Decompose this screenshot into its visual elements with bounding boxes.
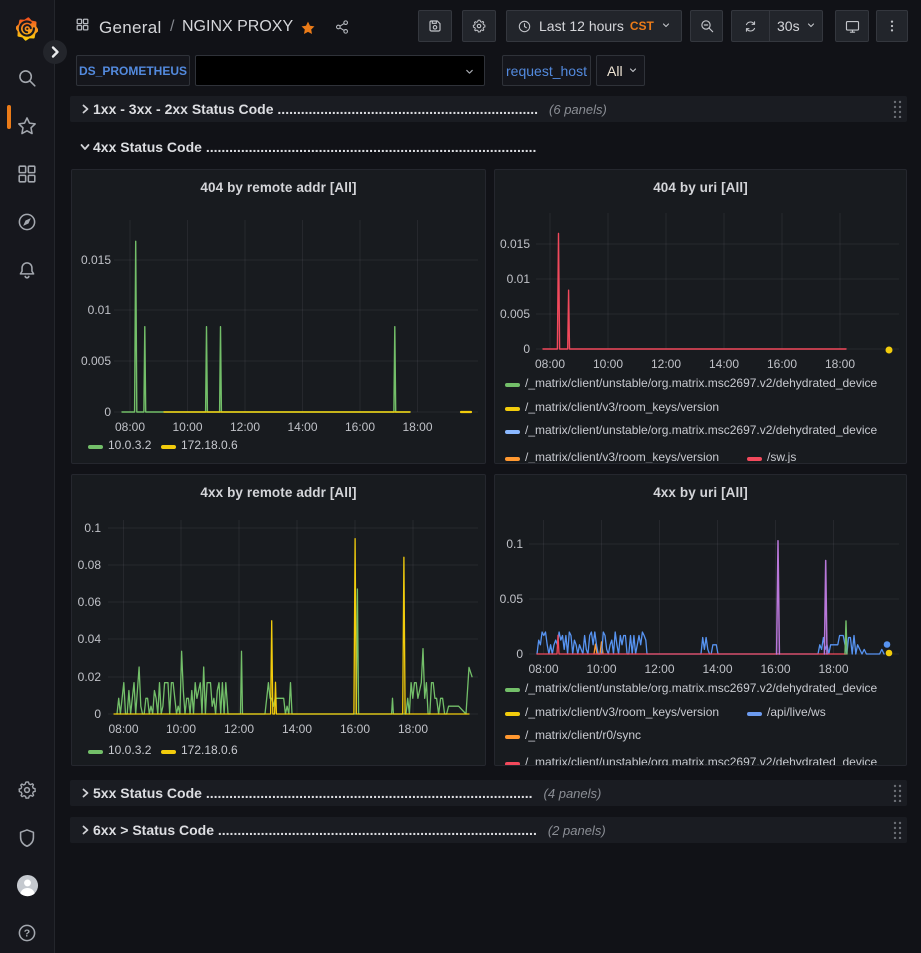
svg-text:0.1: 0.1 <box>506 537 523 551</box>
svg-text:08:00: 08:00 <box>115 420 145 434</box>
svg-text:18:00: 18:00 <box>818 662 848 676</box>
svg-text:0.08: 0.08 <box>78 558 102 572</box>
svg-text:10:00: 10:00 <box>593 357 623 371</box>
svg-text:10:00: 10:00 <box>166 722 196 736</box>
svg-text:0.02: 0.02 <box>78 670 102 684</box>
svg-text:16:00: 16:00 <box>345 420 375 434</box>
svg-text:08:00: 08:00 <box>108 722 138 736</box>
svg-text:08:00: 08:00 <box>528 662 558 676</box>
svg-text:12:00: 12:00 <box>230 420 260 434</box>
svg-text:12:00: 12:00 <box>644 662 674 676</box>
svg-text:08:00: 08:00 <box>535 357 565 371</box>
svg-text:0: 0 <box>94 707 101 721</box>
svg-text:12:00: 12:00 <box>651 357 681 371</box>
svg-text:16:00: 16:00 <box>767 357 797 371</box>
svg-text:0.1: 0.1 <box>84 521 101 535</box>
svg-text:0.005: 0.005 <box>500 307 530 321</box>
svg-text:16:00: 16:00 <box>340 722 370 736</box>
svg-text:0.015: 0.015 <box>500 237 530 251</box>
svg-text:0.01: 0.01 <box>88 303 112 317</box>
svg-text:0: 0 <box>516 647 523 661</box>
svg-text:?: ? <box>24 928 30 940</box>
svg-text:10:00: 10:00 <box>586 662 616 676</box>
svg-text:14:00: 14:00 <box>282 722 312 736</box>
svg-text:10:00: 10:00 <box>172 420 202 434</box>
svg-text:16:00: 16:00 <box>760 662 790 676</box>
svg-text:12:00: 12:00 <box>224 722 254 736</box>
svg-text:0.04: 0.04 <box>78 632 102 646</box>
svg-text:14:00: 14:00 <box>709 357 739 371</box>
svg-text:14:00: 14:00 <box>702 662 732 676</box>
svg-text:0: 0 <box>104 405 111 419</box>
svg-text:0.06: 0.06 <box>78 595 102 609</box>
svg-text:0.05: 0.05 <box>500 592 524 606</box>
svg-text:0.01: 0.01 <box>507 272 531 286</box>
svg-text:0.005: 0.005 <box>81 354 111 368</box>
svg-text:14:00: 14:00 <box>287 420 317 434</box>
svg-text:18:00: 18:00 <box>398 722 428 736</box>
svg-text:0: 0 <box>523 342 530 356</box>
svg-text:18:00: 18:00 <box>402 420 432 434</box>
svg-text:0.015: 0.015 <box>81 253 111 267</box>
svg-text:18:00: 18:00 <box>825 357 855 371</box>
